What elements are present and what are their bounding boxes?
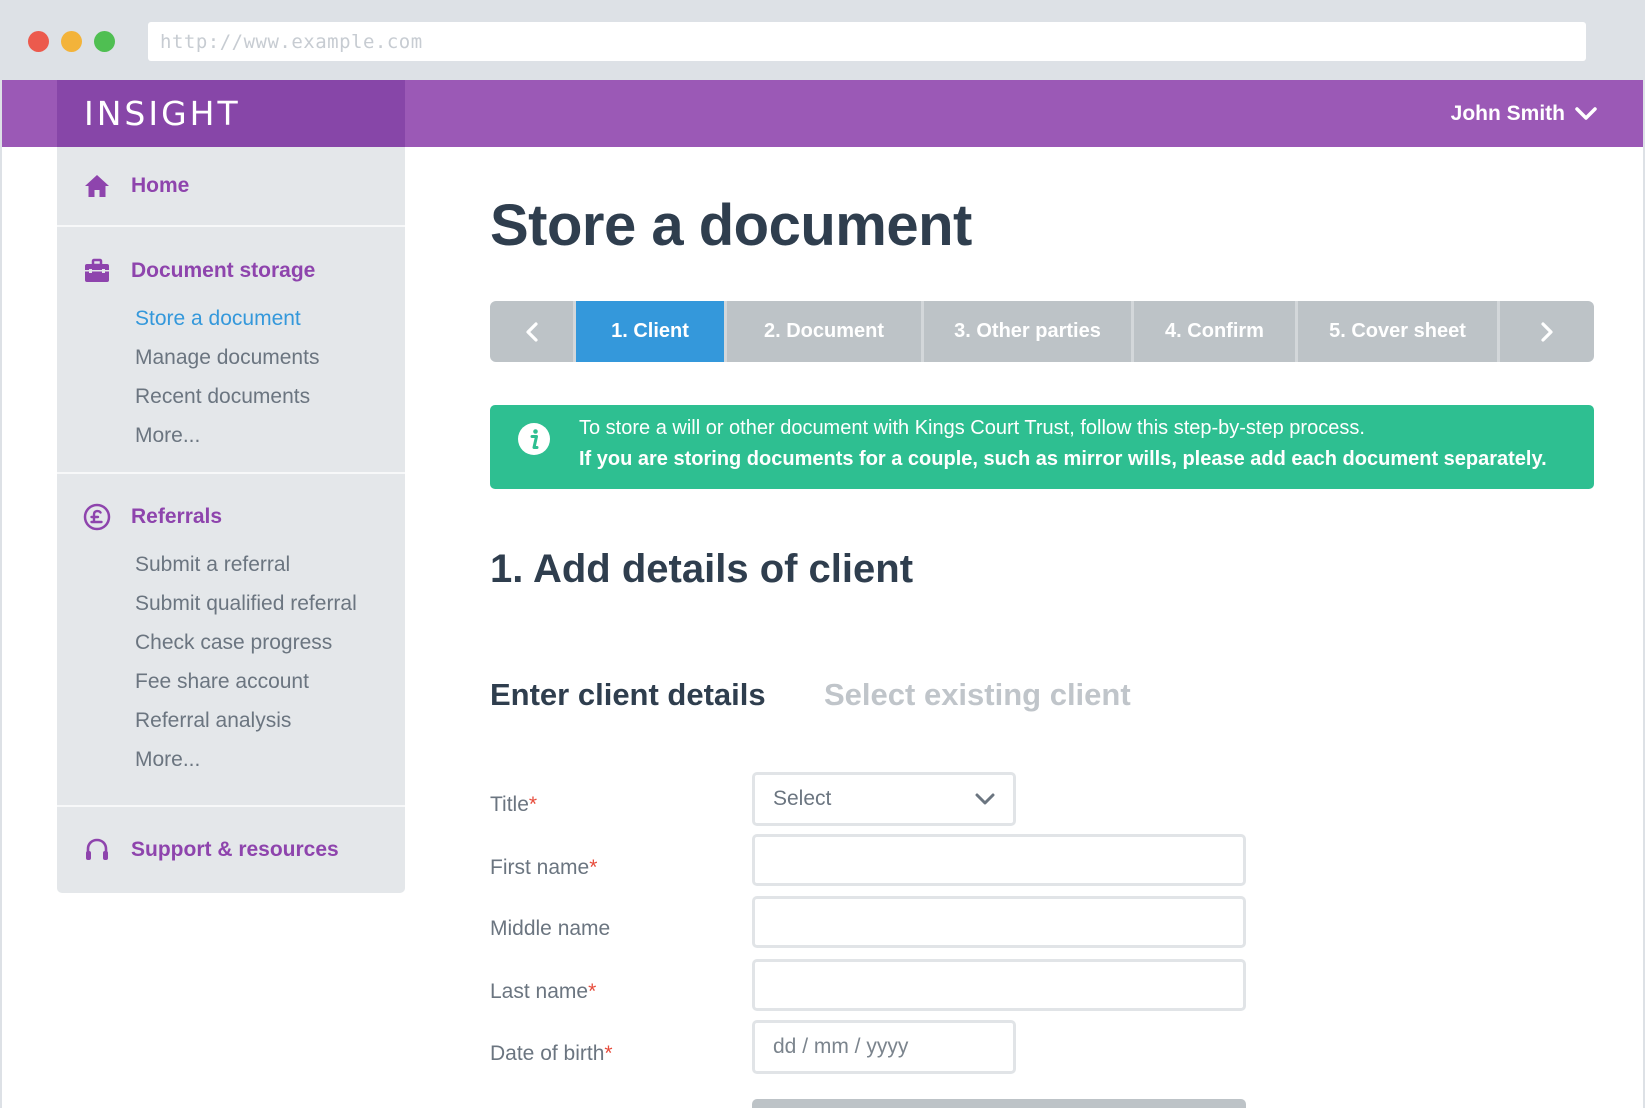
window-close-dot[interactable] xyxy=(28,31,49,52)
sidebar-link-store-document[interactable]: Store a document xyxy=(135,299,405,338)
sidebar-link-recent-documents[interactable]: Recent documents xyxy=(135,377,405,416)
step-next-button[interactable] xyxy=(1500,301,1594,362)
info-alert: To store a will or other document with K… xyxy=(490,405,1594,489)
title-select-value: Select xyxy=(773,787,832,810)
step-document[interactable]: 2. Document xyxy=(727,301,924,362)
required-marker: * xyxy=(589,856,598,879)
brand-logo[interactable]: INSIGHT xyxy=(57,80,405,147)
sidebar: Home Document storage Store a document M… xyxy=(57,147,405,893)
sidebar-item-label: Referrals xyxy=(131,505,223,528)
info-icon xyxy=(518,423,550,455)
user-name: John Smith xyxy=(1450,101,1565,125)
alert-line-1: To store a will or other document with K… xyxy=(579,417,1365,439)
sidebar-section-referrals: Referrals Submit a referral Submit quali… xyxy=(57,474,405,807)
browser-chrome: http://www.example.com xyxy=(0,0,1645,80)
sidebar-link-more-documents[interactable]: More... xyxy=(135,416,405,455)
step-cover-sheet[interactable]: 5. Cover sheet xyxy=(1298,301,1500,362)
sidebar-link-referral-analysis[interactable]: Referral analysis xyxy=(135,701,405,740)
chevron-right-icon xyxy=(1541,321,1553,342)
home-icon xyxy=(83,172,111,200)
step-confirm[interactable]: 4. Confirm xyxy=(1134,301,1298,362)
middle-name-label: Middle name xyxy=(490,917,611,940)
chevron-down-icon xyxy=(1575,106,1597,120)
sidebar-link-submit-referral[interactable]: Submit a referral xyxy=(135,545,405,584)
window-minimize-dot[interactable] xyxy=(61,31,82,52)
title-label: Title* xyxy=(490,793,538,816)
sidebar-submenu-referrals: Submit a referral Submit qualified refer… xyxy=(57,545,405,779)
required-marker: * xyxy=(604,1042,613,1065)
sidebar-section-home: Home xyxy=(57,147,405,227)
required-marker: * xyxy=(588,980,597,1003)
sidebar-item-referrals[interactable]: Referrals xyxy=(57,502,405,532)
window-maximize-dot[interactable] xyxy=(94,31,115,52)
chevron-down-icon xyxy=(975,793,995,805)
sidebar-item-label: Home xyxy=(131,174,190,197)
last-name-label: Last name* xyxy=(490,980,597,1003)
sidebar-item-label: Support & resources xyxy=(131,838,339,861)
first-name-field[interactable] xyxy=(752,834,1246,886)
sidebar-link-submit-qualified-referral[interactable]: Submit qualified referral xyxy=(135,584,405,623)
headset-icon xyxy=(83,836,111,864)
step-client[interactable]: 1. Client xyxy=(576,301,727,362)
title-select[interactable]: Select xyxy=(752,772,1016,826)
sidebar-submenu-document-storage: Store a document Manage documents Recent… xyxy=(57,299,405,455)
top-bar: INSIGHT John Smith xyxy=(2,80,1643,147)
step-wizard: 1. Client 2. Document 3. Other parties 4… xyxy=(490,301,1594,362)
sidebar-link-more-referrals[interactable]: More... xyxy=(135,740,405,779)
sidebar-item-home[interactable]: Home xyxy=(57,171,405,201)
middle-name-field[interactable] xyxy=(752,896,1246,948)
briefcase-icon xyxy=(83,257,111,285)
step-other-parties[interactable]: 3. Other parties xyxy=(924,301,1134,362)
date-of-birth-label: Date of birth* xyxy=(490,1042,613,1065)
address-bar[interactable]: http://www.example.com xyxy=(148,22,1586,61)
section-title: 1. Add details of client xyxy=(490,547,914,591)
sidebar-section-support: Support & resources xyxy=(57,807,405,891)
user-menu[interactable]: John Smith xyxy=(1451,80,1597,147)
app-window: INSIGHT John Smith Home Document storage xyxy=(2,80,1643,1108)
sidebar-link-fee-share-account[interactable]: Fee share account xyxy=(135,662,405,701)
first-name-label: First name* xyxy=(490,856,598,879)
sidebar-link-check-case-progress[interactable]: Check case progress xyxy=(135,623,405,662)
next-field-partial xyxy=(752,1099,1246,1108)
sidebar-item-support[interactable]: Support & resources xyxy=(57,835,405,865)
sidebar-item-label: Document storage xyxy=(131,259,316,282)
chevron-left-icon xyxy=(525,321,538,342)
step-prev-button[interactable] xyxy=(490,301,576,362)
last-name-field[interactable] xyxy=(752,959,1246,1011)
tab-select-existing-client[interactable]: Select existing client xyxy=(824,677,1131,713)
sidebar-item-document-storage[interactable]: Document storage xyxy=(57,256,405,286)
date-of-birth-field[interactable] xyxy=(752,1020,1016,1074)
alert-line-2: If you are storing documents for a coupl… xyxy=(579,448,1547,470)
required-marker: * xyxy=(528,793,538,816)
tab-enter-client-details[interactable]: Enter client details xyxy=(490,677,766,713)
sidebar-section-document-storage: Document storage Store a document Manage… xyxy=(57,227,405,474)
sidebar-link-manage-documents[interactable]: Manage documents xyxy=(135,338,405,377)
page-title: Store a document xyxy=(490,193,972,258)
pound-coin-icon xyxy=(83,503,111,531)
